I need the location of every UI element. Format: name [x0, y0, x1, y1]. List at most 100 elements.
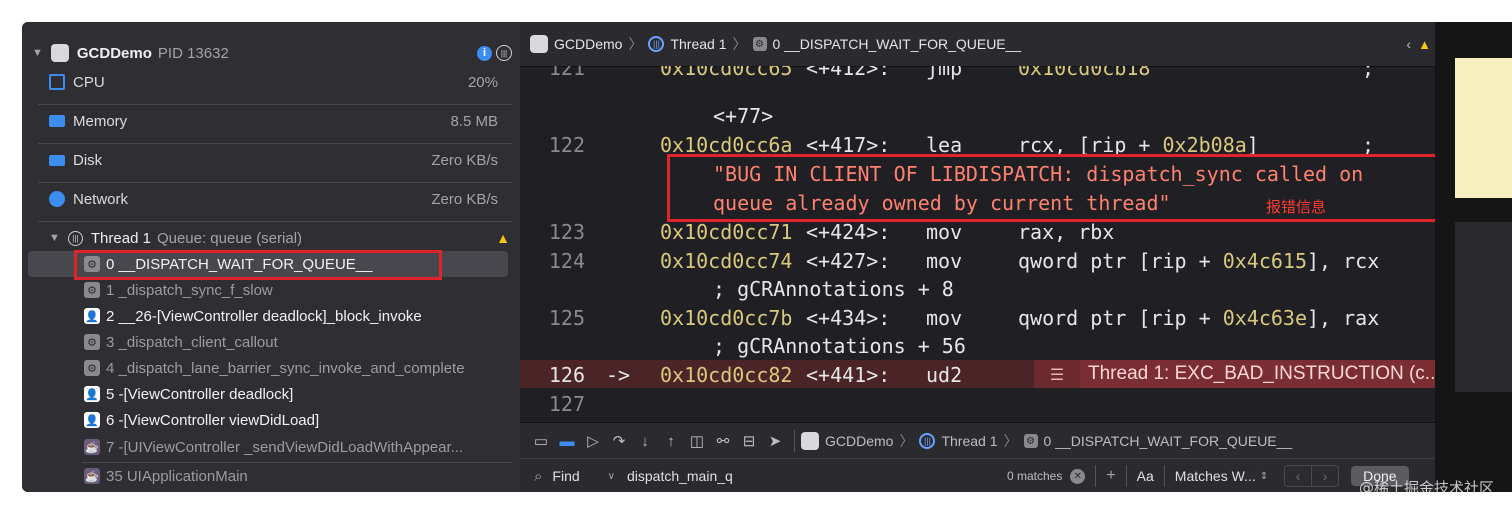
stack-frame-row[interactable]: ☕ 7 -[UIViewController _sendViewDidLoadW…	[22, 434, 520, 460]
next-match-button[interactable]: ›	[1312, 465, 1340, 487]
warning-icon[interactable]: ▲	[1418, 37, 1431, 52]
environment-overrides-icon[interactable]: ⊟	[736, 429, 762, 453]
divider	[38, 182, 512, 183]
chevron-left-icon[interactable]: ‹	[1406, 36, 1411, 52]
offset: <+441>:	[806, 363, 891, 387]
exception-banner[interactable]: Thread 1: EXC_BAD_INSTRUCTION (c...	[1080, 360, 1457, 388]
comment-marker: ;	[1362, 66, 1375, 80]
app-icon	[50, 44, 69, 62]
frame-label: 3 _dispatch_client_callout	[106, 333, 278, 351]
breakpoints-toggle-icon[interactable]: ▬	[554, 429, 580, 453]
match-count: 0 matches	[1006, 469, 1063, 483]
stack-frame-row[interactable]: ☕ 35 UIApplicationMain	[22, 463, 520, 489]
view-hierarchy-icon[interactable]: ◫	[684, 429, 710, 453]
thread-icon: |||	[67, 230, 83, 246]
step-over-icon[interactable]: ↷	[606, 429, 632, 453]
address: 0x10cd0cc82	[660, 363, 793, 387]
threads-icon[interactable]: |||	[496, 45, 512, 61]
divider	[38, 221, 512, 222]
process-name: GCDDemo	[76, 44, 152, 62]
memory-gauge-row[interactable]: Memory 8.5 MB	[22, 108, 520, 134]
opcode: jmp	[926, 66, 963, 80]
cpu-gauge-row[interactable]: CPU 20%	[22, 69, 520, 95]
disk-gauge-row[interactable]: Disk Zero KB/s	[22, 147, 520, 173]
memory-value: 8.5 MB	[450, 112, 498, 130]
memory-graph-icon[interactable]: ⚯	[710, 429, 736, 453]
continuation: <+77>	[713, 104, 774, 128]
stack-frame-row[interactable]: ⚙ 3 _dispatch_client_callout	[22, 329, 520, 355]
process-row[interactable]: ▼ GCDDemo PID 13632 i |||	[22, 40, 520, 66]
offset: <+434>:	[806, 306, 891, 330]
chevron-down-icon[interactable]: ∨	[608, 471, 615, 482]
disclosure-chevron-icon[interactable]: ▼	[32, 47, 43, 59]
opcode: mov	[926, 220, 963, 244]
stack-frame-row[interactable]: ⚙ 4 _dispatch_lane_barrier_sync_invoke_a…	[22, 355, 520, 381]
find-mode-select[interactable]: Find	[552, 468, 579, 484]
gear-icon: ⚙	[84, 360, 100, 376]
opcode: ud2	[926, 363, 963, 387]
divider	[38, 143, 512, 144]
gear-icon: ⚙	[84, 282, 100, 298]
stack-frame-row[interactable]: 👤 5 -[ViewController deadlock]	[22, 381, 520, 407]
hide-console-icon[interactable]: ▭	[528, 429, 554, 453]
app-icon	[801, 432, 819, 450]
clear-icon[interactable]: ✕	[1070, 468, 1086, 484]
match-mode-select[interactable]: Matches W...	[1175, 468, 1256, 484]
stack-frame-row[interactable]: ⚙ 1 _dispatch_sync_f_slow	[22, 277, 520, 303]
highlight-box	[74, 250, 442, 280]
network-label: Network	[73, 190, 129, 208]
divider	[1095, 465, 1097, 487]
operand: qword ptr [rip + 0x4c615], rcx	[1018, 249, 1380, 273]
address: 0x10cd0cc71	[660, 220, 793, 244]
prev-match-button[interactable]: ‹	[1284, 465, 1313, 487]
opcode: mov	[926, 249, 963, 273]
cup-icon: ☕	[84, 468, 100, 484]
frame-label: 4 _dispatch_lane_barrier_sync_invoke_and…	[106, 359, 465, 377]
network-gauge-row[interactable]: Network Zero KB/s	[22, 186, 520, 212]
divider	[1163, 465, 1165, 487]
add-pattern-icon[interactable]: +	[1106, 467, 1115, 485]
background-panel	[1455, 222, 1512, 392]
debug-navigator: ▼ GCDDemo PID 13632 i ||| CPU 20% Memory…	[22, 22, 520, 492]
warning-icon[interactable]: ▲	[496, 230, 510, 246]
address: 0x10cd0cc65	[660, 66, 793, 80]
frame-label: 6 -[ViewController viewDidLoad]	[106, 411, 320, 429]
disassembly-view: 121 0x10cd0cc65 <+412>: jmp 0x10cd0cb18 …	[520, 66, 1457, 422]
chevron-right-icon: 〉	[899, 433, 914, 449]
jump-thread[interactable]: Thread 1	[670, 36, 726, 52]
updown-icon[interactable]: ⇕	[1260, 471, 1268, 482]
stack-frame-row[interactable]: 👤 2 __26-[ViewController deadlock]_block…	[22, 303, 520, 329]
process-pid: PID 13632	[157, 44, 229, 62]
location-icon[interactable]: ➤	[762, 429, 788, 453]
stack-frame-row[interactable]: 👤 6 -[ViewController viewDidLoad]	[22, 407, 520, 433]
operand: qword ptr [rip + 0x4c63e], rax	[1018, 306, 1380, 330]
continuation: ; gCRAnnotations + 56	[713, 334, 966, 358]
gear-icon: ⚙	[752, 37, 767, 51]
line-number: 124	[548, 249, 585, 273]
cpu-gauge-icon	[49, 74, 65, 90]
info-icon[interactable]: i	[477, 45, 492, 61]
chevron-right-icon: 〉	[732, 36, 747, 52]
menu-lines-icon[interactable]: ☰	[1034, 360, 1080, 388]
debug-toolbar: ▭ ▬ ▷ ↷ ↓ ↑ ◫ ⚯ ⊟ ➤ GCDDemo 〉 ||| Thread…	[520, 422, 1457, 459]
jump-frame[interactable]: 0 __DISPATCH_WAIT_FOR_QUEUE__	[773, 36, 1022, 52]
jump-app[interactable]: GCDDemo	[554, 36, 622, 52]
ignore-case-toggle[interactable]: Aa	[1137, 468, 1154, 484]
step-into-icon[interactable]: ↓	[632, 429, 658, 453]
disclosure-chevron-icon[interactable]: ▼	[49, 232, 60, 244]
chevron-right-icon: 〉	[1003, 433, 1018, 449]
debug-bar-thread[interactable]: Thread 1	[941, 433, 997, 449]
debug-bar-frame[interactable]: 0 __DISPATCH_WAIT_FOR_QUEUE__	[1044, 433, 1293, 449]
network-value: Zero KB/s	[431, 190, 498, 208]
frame-label: 2 __26-[ViewController deadlock]_block_i…	[106, 307, 422, 325]
opcode: mov	[926, 306, 963, 330]
divider	[794, 430, 795, 452]
jump-bar: GCDDemo 〉 ||| Thread 1 〉 ⚙ 0 __DISPATCH_…	[520, 22, 1457, 67]
thread-icon: |||	[648, 36, 665, 52]
debug-bar-app[interactable]: GCDDemo	[825, 433, 893, 449]
find-query-input[interactable]: dispatch_main_q	[627, 468, 1007, 484]
thread-row[interactable]: ▼ ||| Thread 1 Queue: queue (serial) ▲	[22, 225, 520, 251]
continue-icon[interactable]: ▷	[580, 429, 606, 453]
step-out-icon[interactable]: ↑	[658, 429, 684, 453]
xcode-window: ▼ GCDDemo PID 13632 i ||| CPU 20% Memory…	[22, 22, 1462, 492]
